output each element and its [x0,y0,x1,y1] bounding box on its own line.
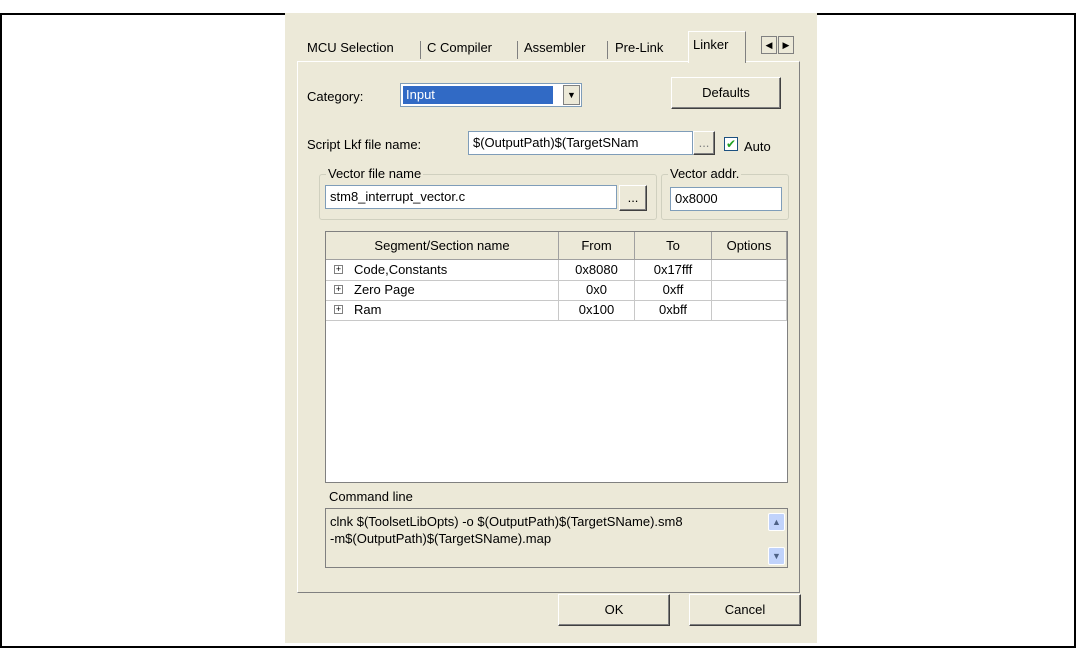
tab-mcu-selection[interactable]: MCU Selection [303,35,398,61]
tab-linker[interactable]: Linker [688,31,746,63]
segment-table: Segment/Section name From To Options + C… [325,231,788,483]
from-cell[interactable]: 0x100 [559,300,635,320]
column-header-segment[interactable]: Segment/Section name [326,232,559,260]
expand-icon[interactable]: + [334,265,343,274]
expand-icon[interactable]: + [334,305,343,314]
options-cell[interactable] [712,260,787,280]
column-header-to[interactable]: To [635,232,712,260]
options-cell[interactable] [712,300,787,320]
column-header-from[interactable]: From [559,232,635,260]
tab-assembler[interactable]: Assembler [520,35,589,61]
tab-separator [607,41,608,59]
chevron-down-icon[interactable]: ▼ [563,85,580,105]
command-line-label: Command line [329,489,413,504]
to-cell[interactable]: 0xbff [635,300,712,320]
category-selected-value: Input [403,86,553,104]
command-line-1: clnk $(ToolsetLibOpts) -o $(OutputPath)$… [330,514,683,529]
from-cell[interactable]: 0x0 [559,280,635,300]
auto-label: Auto [744,139,771,154]
command-line-2: -m$(OutputPath)$(TargetSName).map [330,531,552,546]
scroll-up-icon[interactable]: ▲ [768,513,785,531]
segment-name: Code,Constants [354,262,448,277]
table-row[interactable]: + Zero Page 0x0 0xff [326,280,787,301]
to-cell[interactable]: 0xff [635,280,712,300]
tab-scroll-left-button[interactable]: ◀ [761,36,777,54]
scroll-down-icon[interactable]: ▼ [768,547,785,565]
column-header-options[interactable]: Options [712,232,787,260]
category-label: Category: [307,89,364,104]
project-settings-dialog: MCU Selection C Compiler Assembler Pre-L… [285,13,817,643]
options-cell[interactable] [712,280,787,300]
segment-name-cell: + Code,Constants [326,260,559,280]
vector-file-input[interactable]: stm8_interrupt_vector.c [325,185,617,209]
category-select[interactable]: Input ▼ [400,83,582,107]
vector-file-label: Vector file name [326,166,424,181]
tab-scroll-right-button[interactable]: ▶ [778,36,794,54]
segment-name: Zero Page [354,282,415,297]
auto-checkbox[interactable]: ✔ [724,137,738,151]
table-row[interactable]: + Ram 0x100 0xbff [326,300,787,321]
to-cell[interactable]: 0x17fff [635,260,712,280]
defaults-button[interactable]: Defaults [671,77,781,109]
tab-separator [420,41,421,59]
expand-icon[interactable]: + [334,285,343,294]
vector-addr-label: Vector addr. [668,166,742,181]
segment-name-cell: + Zero Page [326,280,559,300]
script-browse-button[interactable]: ... [693,131,715,155]
tab-c-compiler[interactable]: C Compiler [423,35,496,61]
from-cell[interactable]: 0x8080 [559,260,635,280]
vector-browse-button[interactable]: ... [619,185,647,211]
segment-name-cell: + Ram [326,300,559,320]
script-lkf-input[interactable]: $(OutputPath)$(TargetSNam [468,131,693,155]
vector-addr-input[interactable]: 0x8000 [670,187,782,211]
cancel-button[interactable]: Cancel [689,594,801,626]
ok-button[interactable]: OK [558,594,670,626]
segment-name: Ram [354,302,382,317]
script-lkf-label: Script Lkf file name: [307,137,422,152]
tab-separator [517,41,518,59]
table-row[interactable]: + Code,Constants 0x8080 0x17fff [326,260,787,281]
tab-pre-link[interactable]: Pre-Link [611,35,667,61]
command-line-text[interactable]: clnk $(ToolsetLibOpts) -o $(OutputPath)$… [325,508,788,568]
